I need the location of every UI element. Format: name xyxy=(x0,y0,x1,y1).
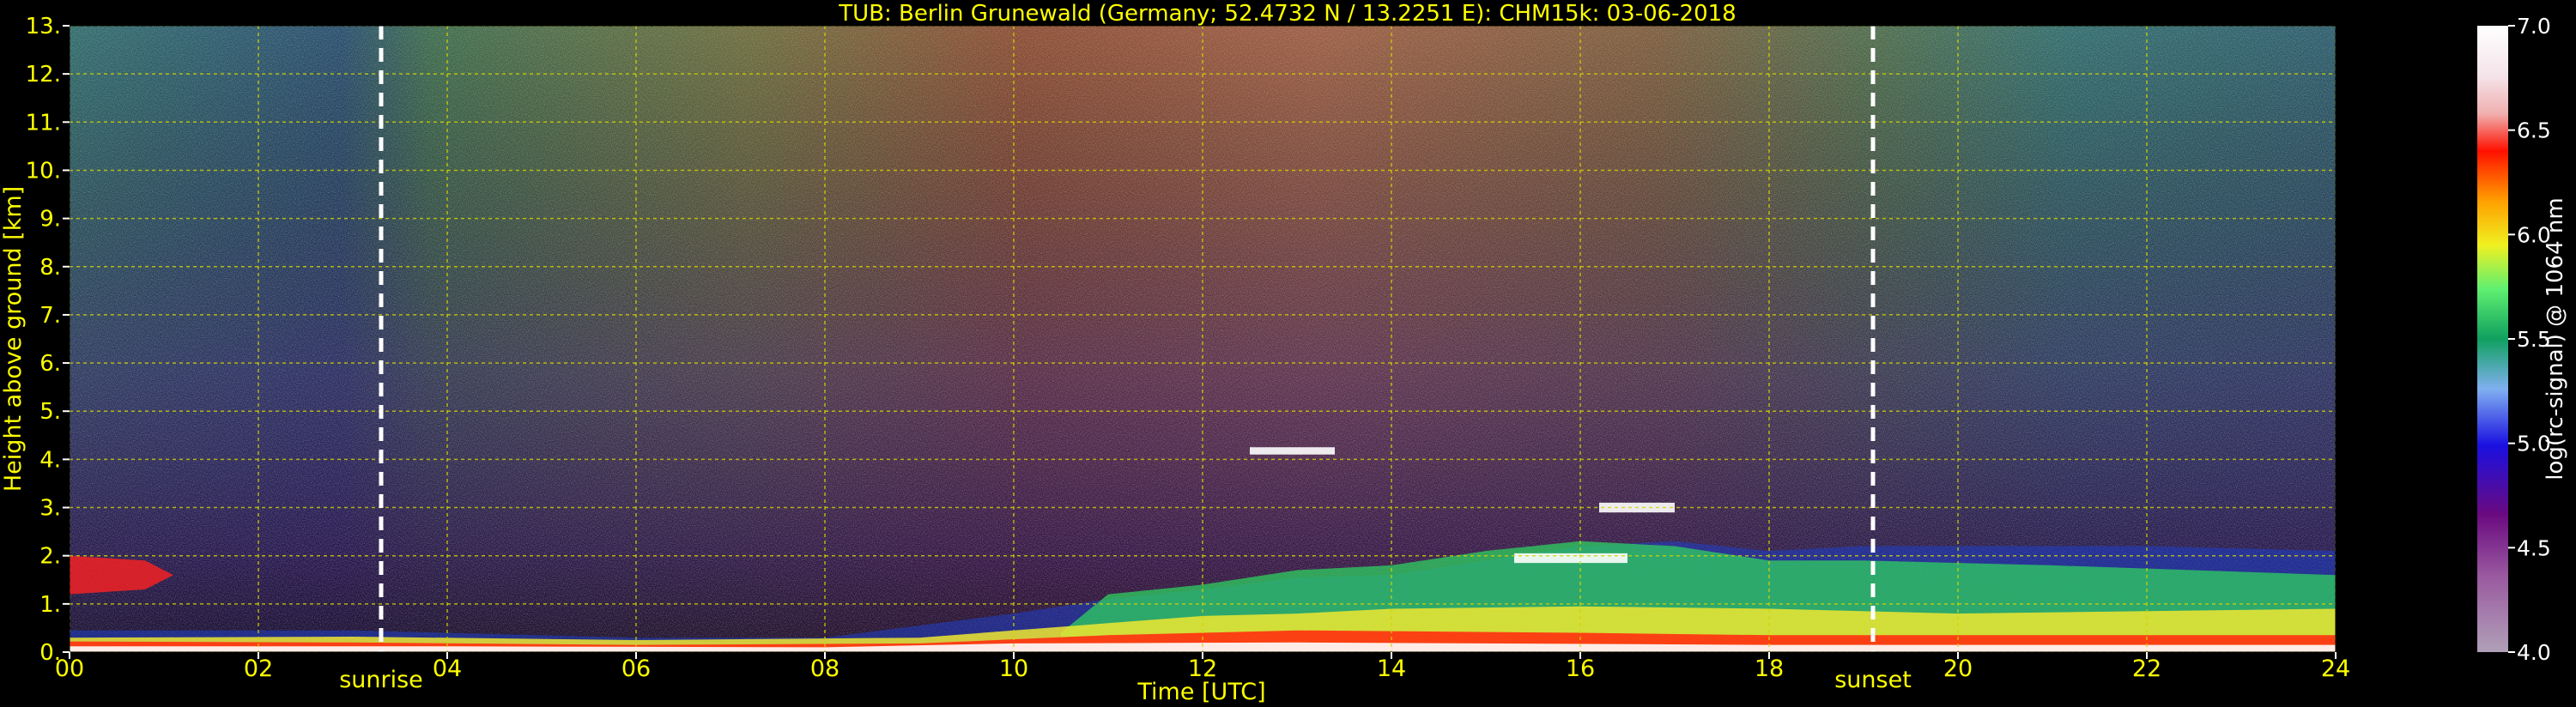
x-tick-label: 10 xyxy=(999,656,1028,682)
sunrise-label: sunrise xyxy=(339,667,423,693)
lidar-quicklook-chart: 00 02 04 06 08 10 12 14 16 18 20 22 24 0.1.2.3.4.5.6… xyxy=(0,1,2568,705)
x-tick-label: 22 xyxy=(2132,656,2161,682)
y-tick-label: 10. xyxy=(26,158,61,184)
cloud-patch-2 xyxy=(1514,553,1627,564)
plot-area xyxy=(70,26,2336,652)
x-tick-label: 16 xyxy=(1566,656,1595,682)
y-tick-label: 13. xyxy=(26,14,61,39)
x-tick-label: 20 xyxy=(1943,656,1973,682)
y-tick-label: 9. xyxy=(39,207,61,233)
sunset-label: sunset xyxy=(1834,667,1912,693)
y-tick-label: 1. xyxy=(39,592,61,618)
x-tick-label: 06 xyxy=(621,656,651,682)
y-tick-label: 8. xyxy=(39,255,61,281)
y-tick-label: 2. xyxy=(39,544,61,570)
x-tick-label: 08 xyxy=(810,656,839,682)
y-tick-label: 7. xyxy=(39,303,61,329)
x-tick-label: 24 xyxy=(2321,656,2350,682)
colorbar-tick-label: 4.5 xyxy=(2517,535,2551,560)
colorbar-tick-label: 7.0 xyxy=(2517,14,2551,39)
colorbar-tick-label: 4.0 xyxy=(2517,640,2551,665)
x-axis-label: Time [UTC] xyxy=(1136,679,1265,705)
x-tick-label: 14 xyxy=(1377,656,1406,682)
y-ticks: 0. 1. 2. 3. 4. 5. 6. 7. 8. 9. 10. 11. 12. 13. xyxy=(26,14,70,666)
y-tick-label: 11. xyxy=(26,110,61,136)
y-tick-label: 6. xyxy=(39,351,61,377)
y-tick-label: 3. xyxy=(39,496,61,522)
chart-title: TUB: Berlin Grunewald (Germany; 52.4732 … xyxy=(838,1,1736,27)
colorbar-tick-label: 6.5 xyxy=(2517,118,2551,143)
y-axis-label: Height above ground [km] xyxy=(0,186,27,492)
y-tick-label: 0. xyxy=(39,640,61,666)
colorbar-label: log(rc-signal) @ 1064 nm xyxy=(2543,197,2568,480)
colorbar-gradient xyxy=(2477,26,2508,652)
colorbar: 4.04.55.05.56.06.57.0 log(rc-signal) @ 1… xyxy=(2477,14,2568,665)
event-labels: sunrise sunset xyxy=(339,667,1912,693)
cloud-patch-1 xyxy=(1250,447,1335,455)
x-tick-label: 02 xyxy=(244,656,273,682)
y-tick-label: 4. xyxy=(39,447,61,473)
x-tick-label: 18 xyxy=(1755,656,1784,682)
x-tick-label: 04 xyxy=(433,656,462,682)
y-tick-label: 12. xyxy=(26,62,61,88)
y-tick-label: 5. xyxy=(39,399,61,425)
